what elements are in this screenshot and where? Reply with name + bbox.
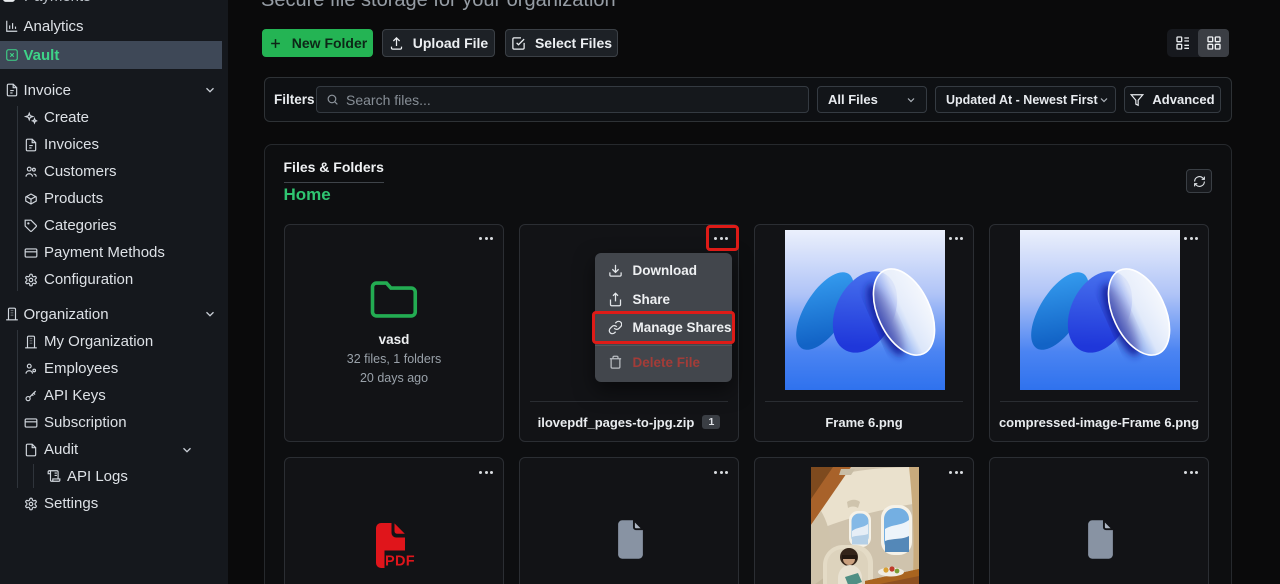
svg-text:PDF: PDF (385, 554, 415, 570)
